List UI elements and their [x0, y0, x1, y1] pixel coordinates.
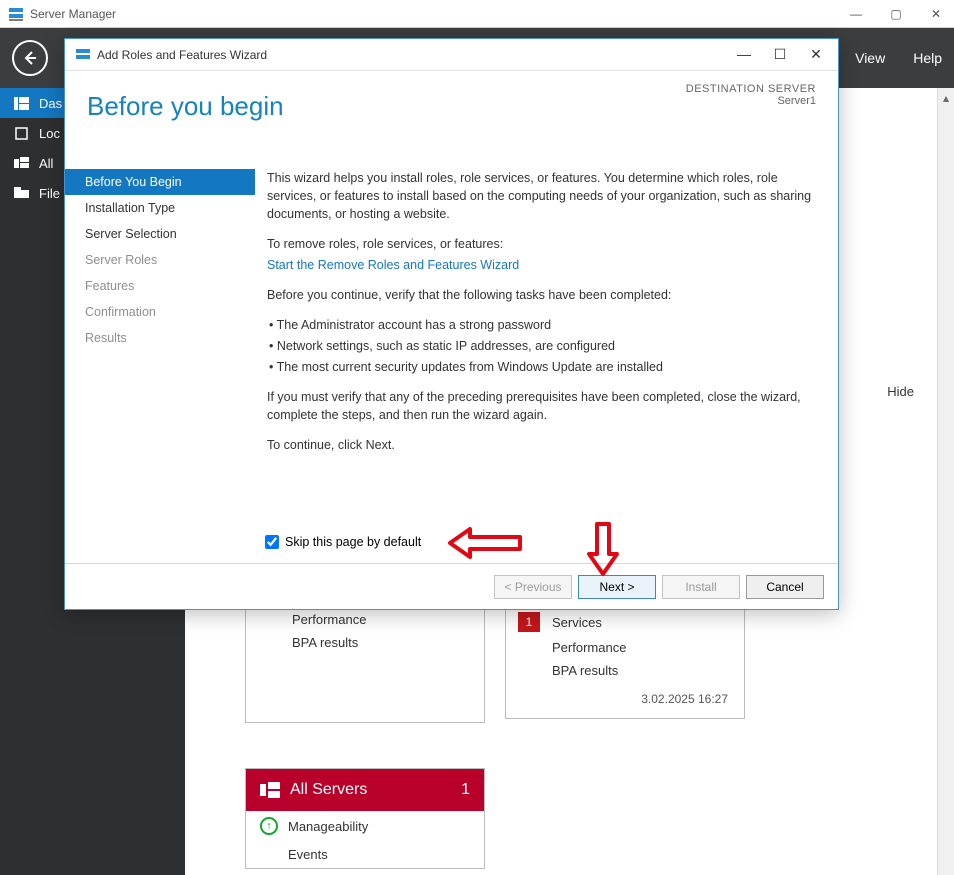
destination-value: Server1 — [686, 95, 816, 107]
all-servers-header[interactable]: All Servers 1 — [246, 769, 484, 811]
all-servers-count: 1 — [461, 781, 470, 799]
skip-label: Skip this page by default — [285, 535, 421, 549]
next-button[interactable]: Next > — [578, 575, 656, 599]
dialog-minimize-button[interactable]: — — [732, 46, 756, 63]
bullet-item: The Administrator account has a strong p… — [269, 316, 818, 334]
tile-row-label: BPA results — [552, 663, 618, 678]
dashboard-icon — [14, 97, 29, 110]
remove-roles-link[interactable]: Start the Remove Roles and Features Wiza… — [267, 258, 519, 272]
all-servers-row[interactable]: Events — [246, 841, 484, 868]
previous-button: < Previous — [494, 575, 572, 599]
step-installation-type[interactable]: Installation Type — [65, 195, 255, 221]
tile-row[interactable]: Performance — [506, 636, 744, 659]
tile-row[interactable]: BPA results — [506, 659, 744, 682]
main-window-title: Server Manager — [30, 7, 846, 21]
step-server-selection[interactable]: Server Selection — [65, 221, 255, 247]
back-button[interactable] — [12, 40, 48, 76]
verify-paragraph: If you must verify that any of the prece… — [267, 388, 818, 424]
verify-label: Before you continue, verify that the fol… — [267, 286, 818, 304]
tile-row-label: BPA results — [292, 635, 358, 650]
alert-badge: 1 — [518, 612, 540, 632]
topnav-help[interactable]: Help — [913, 50, 942, 66]
tile-timestamp: 3.02.2025 16:27 — [506, 682, 744, 710]
server-manager-icon — [8, 6, 24, 22]
tile-row[interactable]: Performance — [246, 608, 484, 631]
topnav-view[interactable]: View — [855, 50, 885, 66]
arrow-left-icon — [21, 49, 39, 67]
minimize-button[interactable]: — — [846, 7, 866, 21]
skip-page-option[interactable]: Skip this page by default — [265, 535, 421, 549]
dialog-footer: < Previous Next > Install Cancel — [65, 563, 838, 609]
manageability-up-icon: ↑ — [260, 817, 278, 835]
continue-label: To continue, click Next. — [267, 436, 818, 454]
step-confirmation: Confirmation — [65, 299, 255, 325]
dialog-title: Add Roles and Features Wizard — [97, 48, 732, 62]
dialog-titlebar: Add Roles and Features Wizard — ☐ ✕ — [65, 39, 838, 71]
skip-checkbox[interactable] — [265, 535, 279, 549]
servers-icon — [14, 157, 29, 170]
bullet-item: Network settings, such as static IP addr… — [269, 337, 818, 355]
servers-icon — [260, 782, 280, 798]
tile-row[interactable]: 1 Services — [506, 608, 744, 636]
scroll-up-icon[interactable]: ▴ — [938, 88, 954, 108]
wizard-main-text: This wizard helps you install roles, rol… — [255, 169, 838, 561]
add-roles-wizard-dialog: Add Roles and Features Wizard — ☐ ✕ Befo… — [64, 38, 839, 610]
remove-label: To remove roles, role services, or featu… — [267, 235, 818, 253]
tile-row-label: Services — [552, 615, 602, 630]
dialog-maximize-button[interactable]: ☐ — [768, 46, 792, 63]
install-button: Install — [662, 575, 740, 599]
wizard-icon — [75, 47, 91, 63]
maximize-button[interactable]: ▢ — [886, 7, 906, 21]
row-label: Events — [288, 847, 328, 862]
tile-row-label: Performance — [552, 640, 626, 655]
step-before-you-begin[interactable]: Before You Begin — [65, 169, 255, 195]
row-label: Manageability — [288, 819, 368, 834]
server-icon — [14, 127, 29, 140]
sidebar-item-label: All — [39, 156, 53, 171]
wizard-steps: Before You Begin Installation Type Serve… — [65, 169, 255, 561]
step-server-roles: Server Roles — [65, 247, 255, 273]
step-results: Results — [65, 325, 255, 351]
file-services-icon — [14, 187, 29, 200]
sidebar-item-label: Loc — [39, 126, 60, 141]
intro-text: This wizard helps you install roles, rol… — [267, 169, 818, 223]
hide-link[interactable]: Hide — [887, 384, 914, 399]
scrollbar[interactable]: ▴ — [937, 88, 954, 875]
bullet-item: The most current security updates from W… — [269, 358, 818, 376]
main-titlebar: Server Manager — ▢ ✕ — [0, 0, 954, 28]
cancel-button[interactable]: Cancel — [746, 575, 824, 599]
sidebar-item-label: Das — [39, 96, 62, 111]
dialog-close-button[interactable]: ✕ — [804, 46, 828, 63]
all-servers-title: All Servers — [290, 781, 367, 799]
sidebar-item-label: File — [39, 186, 60, 201]
all-servers-row[interactable]: ↑ Manageability — [246, 811, 484, 841]
tile-left: Performance BPA results — [245, 608, 485, 723]
step-features: Features — [65, 273, 255, 299]
tile-right: 1 Services Performance BPA results 3.02.… — [505, 608, 745, 719]
tile-row[interactable]: BPA results — [246, 631, 484, 654]
all-servers-tile: All Servers 1 ↑ Manageability Events — [245, 768, 485, 869]
close-button[interactable]: ✕ — [926, 7, 946, 21]
tile-row-label: Performance — [292, 612, 366, 627]
destination-server-info: DESTINATION SERVER Server1 — [686, 83, 816, 107]
destination-label: DESTINATION SERVER — [686, 83, 816, 95]
